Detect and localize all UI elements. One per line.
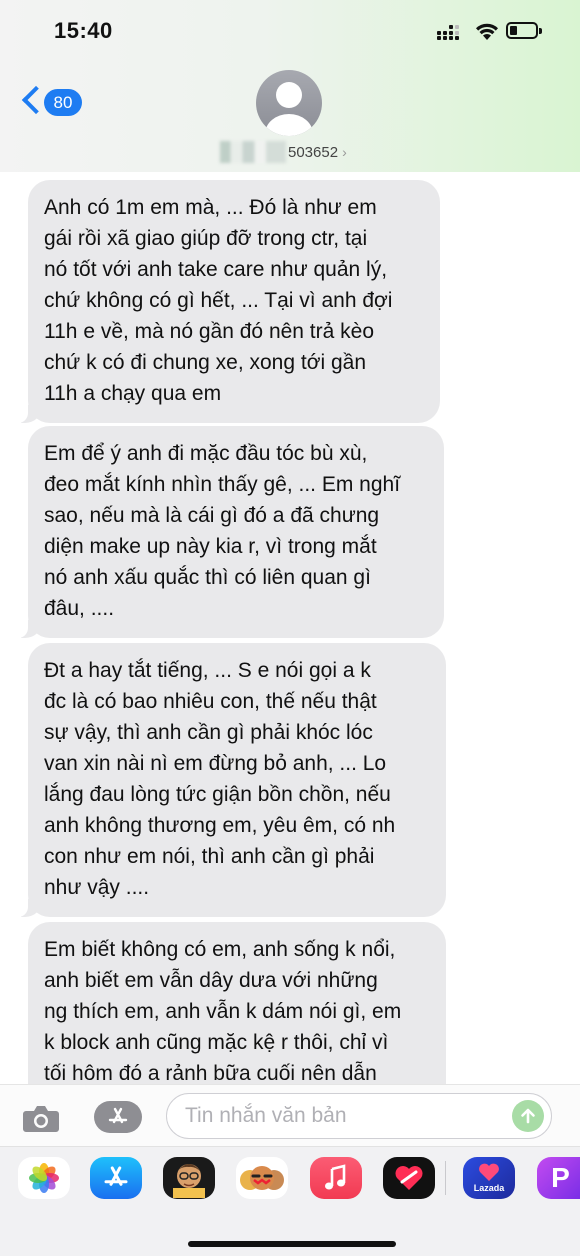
contact-name[interactable]: 503652 › <box>220 140 347 164</box>
message-line: van xin nài nì em đừng bỏ anh, ... Lo <box>44 752 387 775</box>
compose-bar: Tin nhắn văn bản <box>0 1084 580 1147</box>
chevron-right-icon: › <box>342 144 347 160</box>
message-line: Em để ý anh đi mặc đầu tóc bù xù, <box>44 442 368 465</box>
message-thread[interactable]: Anh có 1m em mà, ... Đó là như em gái rồ… <box>0 172 580 1084</box>
digital-touch-app[interactable] <box>383 1157 435 1199</box>
apps-button[interactable] <box>94 1101 142 1133</box>
message-bubble[interactable]: Anh có 1m em mà, ... Đó là như em gái rồ… <box>18 180 440 423</box>
picsart-icon: P <box>551 1162 570 1193</box>
lazada-icon <box>479 1163 499 1181</box>
imessage-app-drawer: Lazada P <box>0 1146 580 1256</box>
send-button[interactable] <box>512 1100 544 1132</box>
memoji-icon <box>173 1164 205 1198</box>
redacted-number <box>220 141 286 163</box>
message-input[interactable]: Tin nhắn văn bản <box>166 1093 552 1139</box>
message-line: đâu, .... <box>44 597 115 620</box>
message-bubble[interactable]: Đt a hay tắt tiếng, ... S e nói gọi a k … <box>18 643 446 917</box>
message-bubble[interactable]: Em để ý anh đi mặc đầu tóc bù xù, đeo mắ… <box>18 426 444 638</box>
animoji-app[interactable] <box>236 1157 288 1199</box>
message-line: ng thích em, anh vẫn k dám nói gì, em <box>44 1000 402 1023</box>
message-line: đc là có bao nhiêu con, thế nếu thật <box>44 690 377 713</box>
message-line: chứ k có đi chung xe, xong tới gần <box>44 351 367 374</box>
message-line: k block anh cũng mặc kệ r thôi, chỉ vì <box>44 1031 389 1054</box>
wifi-icon <box>476 23 498 40</box>
message-line: như vậy .... <box>44 876 150 899</box>
app-store-icon <box>104 1166 128 1186</box>
message-line: diện make up này kia r, vì trong mắt <box>44 535 377 558</box>
lazada-app[interactable]: Lazada <box>463 1157 515 1199</box>
unread-count-badge: 80 <box>44 89 82 116</box>
message-line: Anh có 1m em mà, ... Đó là như em <box>44 196 377 219</box>
message-line: lắng đau lòng tức giận bồn chồn, nếu <box>44 783 391 806</box>
back-button[interactable]: 80 <box>20 85 82 120</box>
contact-avatar[interactable] <box>256 70 322 136</box>
drawer-divider <box>445 1161 446 1195</box>
message-line: Đt a hay tắt tiếng, ... S e nói gọi a k <box>44 659 371 682</box>
message-line: con như em nói, thì anh cần gì phải <box>44 845 375 868</box>
message-line: anh biết em vẫn dây dưa với những <box>44 969 378 992</box>
contact-number-suffix: 503652 <box>288 143 339 161</box>
message-line: 11h e về, mà nó gần đó nên trả kèo <box>44 320 375 343</box>
arrow-up-icon <box>521 1108 535 1124</box>
navigation-header: 15:40 80 503652 › <box>0 0 580 173</box>
photos-icon <box>29 1163 59 1193</box>
message-input-placeholder: Tin nhắn văn bản <box>185 1104 347 1127</box>
digital-touch-icon <box>395 1166 423 1190</box>
lazada-label: Lazada <box>473 1183 505 1193</box>
animoji-icon <box>240 1166 284 1190</box>
message-line: Em biết không có em, anh sống k nổi, <box>44 938 396 961</box>
message-line: sự vậy, thì anh cần gì phải khóc lóc <box>44 721 373 744</box>
message-line: sao, nếu mà là cái gì đó a đã chưng <box>44 504 380 527</box>
app-store-icon <box>108 1107 128 1124</box>
message-line: nó anh xấu quắc thì có liên quan gì <box>44 566 371 589</box>
status-time: 15:40 <box>54 18 113 43</box>
message-line: chứ không có gì hết, ... Tại vì anh đợi <box>44 289 393 312</box>
music-icon <box>325 1164 346 1190</box>
music-app[interactable] <box>310 1157 362 1199</box>
photos-app[interactable] <box>18 1157 70 1199</box>
memoji-app[interactable] <box>163 1157 215 1199</box>
cellular-signal-icon <box>437 25 463 41</box>
message-line: anh không thương em, yêu êm, có nh <box>44 814 396 837</box>
message-line: gái rồi xã giao giúp đỡ trong ctr, tại <box>44 227 368 250</box>
picsart-app[interactable]: P <box>537 1157 580 1199</box>
message-line: đeo mắt kính nhìn thấy gê, ... Em nghĩ <box>44 473 401 496</box>
home-indicator[interactable] <box>188 1241 396 1247</box>
app-store-app[interactable] <box>90 1157 142 1199</box>
message-line: nó tốt với anh take care như quản lý, <box>44 258 388 281</box>
battery-icon <box>506 22 542 39</box>
camera-icon[interactable] <box>22 1103 60 1133</box>
message-line: tối hôm đó a rảnh bữa cuối nên dẫn <box>44 1062 377 1084</box>
message-bubble[interactable]: Em biết không có em, anh sống k nổi, anh… <box>28 922 446 1084</box>
message-line: 11h a chạy qua em <box>44 382 222 405</box>
